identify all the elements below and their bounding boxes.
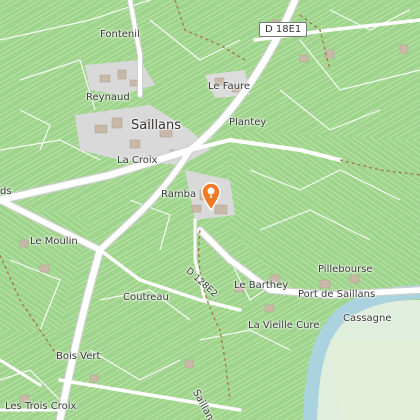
map-canvas[interactable]: Fontenil Reynaud Le Faure Saillans Plant… bbox=[0, 0, 420, 420]
road-shield-d18e1: D 18E1 bbox=[259, 22, 308, 37]
map-pin-icon[interactable] bbox=[200, 181, 222, 212]
label-fontenil: Fontenil bbox=[100, 29, 140, 40]
label-port-de-saillans: Port de Saillans bbox=[298, 289, 376, 300]
label-la-vieille-cure: La Vieille Cure bbox=[248, 320, 320, 331]
label-pillebourse: Pillebourse bbox=[318, 264, 373, 275]
label-rambaud: Ramba bbox=[161, 189, 197, 200]
label-la-croix: La Croix bbox=[117, 155, 158, 166]
label-le-moulin: Le Moulin bbox=[30, 236, 78, 247]
label-reynaud: Reynaud bbox=[86, 92, 130, 103]
label-bois-vert: Bois Vert bbox=[56, 351, 101, 362]
label-plantey: Plantey bbox=[229, 117, 267, 128]
label-coutreau: Coutreau bbox=[123, 292, 169, 303]
label-cassagne: Cassagne bbox=[343, 313, 392, 324]
label-ds: ds bbox=[0, 186, 12, 197]
label-saillans: Saillans bbox=[131, 118, 182, 133]
label-le-barthey: Le Barthey bbox=[234, 280, 289, 291]
label-le-faure: Le Faure bbox=[208, 81, 251, 92]
label-les-trois-croix: Les Trois Croix bbox=[5, 401, 77, 412]
